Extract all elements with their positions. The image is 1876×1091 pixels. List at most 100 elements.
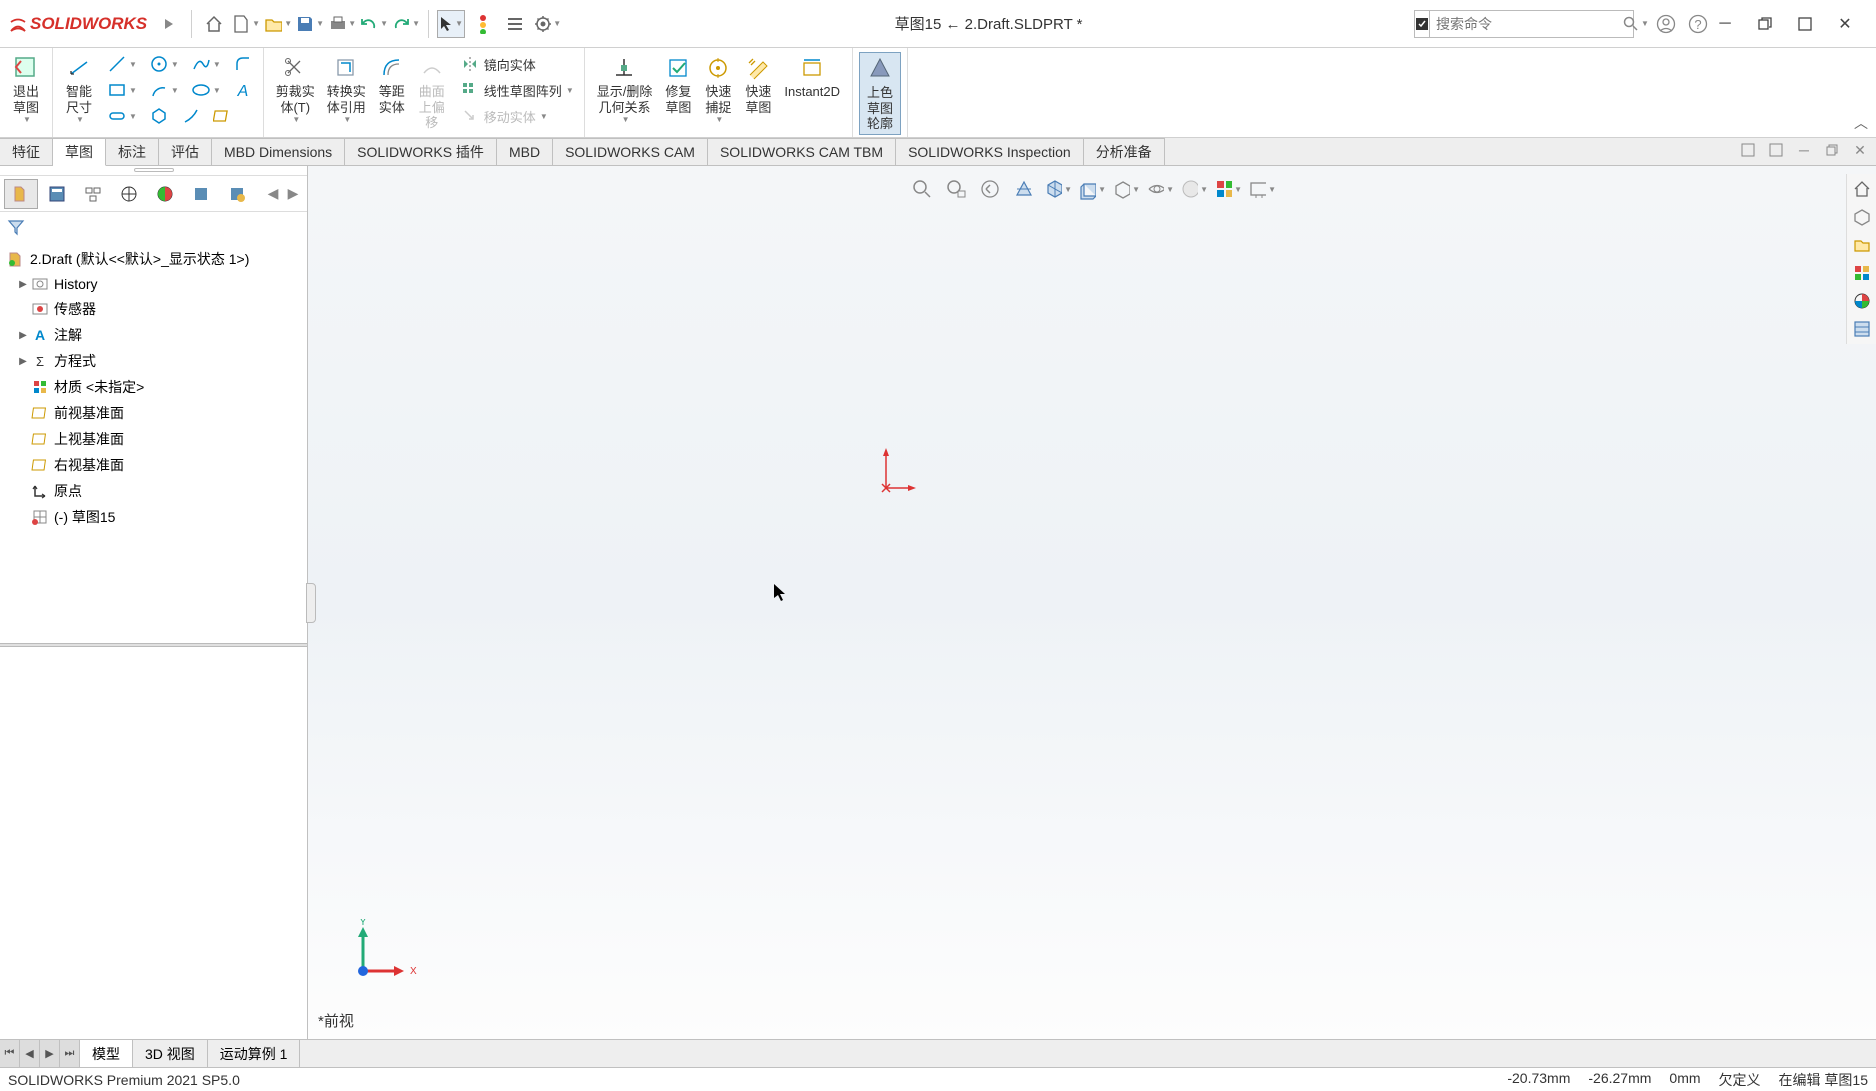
tree-root[interactable]: 2.Draft (默认<<默认>_显示状态 1>) xyxy=(0,246,307,272)
quick-snap-button[interactable]: 快速 捕捉 ▼ xyxy=(698,52,738,126)
filter-icon[interactable] xyxy=(6,217,26,237)
restore-button[interactable] xyxy=(1754,13,1776,35)
instant2d-button[interactable]: Instant2D xyxy=(778,52,846,102)
apply-scene-icon[interactable]: ▼ xyxy=(1180,176,1208,202)
tab-sketch[interactable]: 草图 xyxy=(53,138,106,166)
home-icon[interactable] xyxy=(200,10,228,38)
search-box[interactable]: ▼ xyxy=(1414,10,1634,38)
display-style-icon[interactable]: ▼ xyxy=(1078,176,1106,202)
settings-gear-icon[interactable]: ▼ xyxy=(533,10,561,38)
tree-item[interactable]: 上视基准面 xyxy=(0,426,307,452)
tab-mbd-dimensions[interactable]: MBD Dimensions xyxy=(212,138,345,165)
ellipse-tool-icon[interactable]: ▼ xyxy=(187,78,225,102)
search-icon[interactable]: ▼ xyxy=(1623,16,1649,32)
section-view-icon[interactable] xyxy=(1010,176,1038,202)
rapid-sketch-button[interactable]: 快速 草图 xyxy=(738,52,778,117)
play-icon[interactable] xyxy=(155,10,183,38)
tree-item[interactable]: 原点 xyxy=(0,478,307,504)
dimxpert-tab-icon[interactable] xyxy=(112,179,146,209)
edit-appearance-icon[interactable]: ▼ xyxy=(1146,176,1174,202)
minimize-button[interactable]: ─ xyxy=(1714,13,1736,35)
open-file-icon[interactable]: ▼ xyxy=(264,10,292,38)
zoom-fit-icon[interactable] xyxy=(908,176,936,202)
view-settings-icon[interactable]: ▼ xyxy=(1214,176,1242,202)
slot-tool-icon[interactable]: ▼ xyxy=(103,104,141,128)
render-icon[interactable]: ▼ xyxy=(1248,176,1276,202)
spline-tool-icon[interactable]: ▼ xyxy=(187,52,225,76)
feature-tree[interactable]: 2.Draft (默认<<默认>_显示状态 1>) ▶History 传感器 ▶… xyxy=(0,242,307,643)
arc-tool-icon[interactable]: ▼ xyxy=(145,78,183,102)
tree-item[interactable]: 前视基准面 xyxy=(0,400,307,426)
zoom-area-icon[interactable] xyxy=(942,176,970,202)
doc-minimize-icon[interactable]: ─ xyxy=(1794,140,1814,160)
home-tab-icon[interactable] xyxy=(1849,176,1875,202)
shaded-sketch-button[interactable]: 上色 草图 轮廓 xyxy=(859,52,901,135)
list-icon[interactable] xyxy=(501,10,529,38)
tab-analysis[interactable]: 分析准备 xyxy=(1084,138,1165,165)
display-manager-tab-icon[interactable] xyxy=(148,179,182,209)
close-button[interactable]: ✕ xyxy=(1834,13,1856,35)
tab-cam-tbm[interactable]: SOLIDWORKS CAM TBM xyxy=(708,138,896,165)
line-tool-icon[interactable]: ▼ xyxy=(103,52,141,76)
file-explorer-tab-icon[interactable] xyxy=(1849,260,1875,286)
doc-prev-icon[interactable] xyxy=(1738,140,1758,160)
text-tool-icon[interactable]: A xyxy=(229,78,257,102)
tab-inspection[interactable]: SOLIDWORKS Inspection xyxy=(896,138,1084,165)
tree-item[interactable]: ▶History xyxy=(0,272,307,296)
tree-item[interactable]: (-) 草图15 xyxy=(0,504,307,530)
smart-dimension-button[interactable]: 智能 尺寸 ▼ xyxy=(59,52,99,126)
hide-show-icon[interactable]: ▼ xyxy=(1112,176,1140,202)
ribbon-collapse-icon[interactable]: ︿ xyxy=(1854,113,1868,133)
trim-button[interactable]: 剪裁实 体(T) ▼ xyxy=(270,52,321,126)
plane-tool-icon[interactable] xyxy=(209,104,237,128)
tree-item[interactable]: 右视基准面 xyxy=(0,452,307,478)
feature-tree-tab-icon[interactable] xyxy=(4,179,38,209)
linear-pattern-button[interactable]: 线性草图阵列▼ xyxy=(456,78,578,102)
tree-item[interactable]: 材质 <未指定> xyxy=(0,374,307,400)
model-tab[interactable]: 模型 xyxy=(80,1040,133,1067)
panel-tab-next-icon[interactable]: ▶ xyxy=(283,184,303,204)
select-cursor-icon[interactable]: ▼ xyxy=(437,10,465,38)
polygon-tool-icon[interactable] xyxy=(145,104,173,128)
tab-mbd[interactable]: MBD xyxy=(497,138,553,165)
user-icon[interactable] xyxy=(1652,10,1680,38)
exit-sketch-button[interactable]: 退出 草图 ▼ xyxy=(6,52,46,126)
previous-view-icon[interactable] xyxy=(976,176,1004,202)
convert-button[interactable]: 转换实 体引用 ▼ xyxy=(321,52,372,126)
offset-button[interactable]: 等距 实体 xyxy=(372,52,412,117)
tab-evaluate[interactable]: 评估 xyxy=(159,138,212,165)
panel-collapse-handle[interactable] xyxy=(306,583,316,623)
tab-nav-last-icon[interactable]: ⏭ xyxy=(60,1040,80,1067)
3d-views-tab[interactable]: 3D 视图 xyxy=(133,1040,208,1067)
graphics-viewport[interactable]: ▼ ▼ ▼ ▼ ▼ ▼ ▼ Y X xyxy=(308,166,1876,1039)
new-file-icon[interactable]: ▼ xyxy=(232,10,260,38)
tree-item[interactable]: ▶Σ方程式 xyxy=(0,348,307,374)
cam-tab-icon[interactable] xyxy=(184,179,218,209)
configuration-tab-icon[interactable] xyxy=(76,179,110,209)
display-delete-relations-button[interactable]: 显示/删除 几何关系 ▼ xyxy=(591,52,659,126)
print-icon[interactable]: ▼ xyxy=(328,10,356,38)
panel-tab-prev-icon[interactable]: ◀ xyxy=(263,184,283,204)
doc-next-icon[interactable] xyxy=(1766,140,1786,160)
design-library-tab-icon[interactable] xyxy=(1849,232,1875,258)
tree-item[interactable]: ▶A注解 xyxy=(0,322,307,348)
rectangle-tool-icon[interactable]: ▼ xyxy=(103,78,141,102)
tab-nav-next-icon[interactable]: ▶ xyxy=(40,1040,60,1067)
save-icon[interactable]: ▼ xyxy=(296,10,324,38)
cam-tree-tab-icon[interactable] xyxy=(220,179,254,209)
view-palette-tab-icon[interactable] xyxy=(1849,288,1875,314)
tab-feature[interactable]: 特征 xyxy=(0,138,53,165)
mirror-button[interactable]: 镜向实体 xyxy=(456,52,578,76)
tab-cam[interactable]: SOLIDWORKS CAM xyxy=(553,138,708,165)
tab-addins[interactable]: SOLIDWORKS 插件 xyxy=(345,138,497,165)
tree-item[interactable]: 传感器 xyxy=(0,296,307,322)
repair-sketch-button[interactable]: 修复 草图 xyxy=(658,52,698,117)
property-manager-tab-icon[interactable] xyxy=(40,179,74,209)
doc-close-icon[interactable]: ✕ xyxy=(1850,140,1870,160)
tab-nav-first-icon[interactable]: ⏮ xyxy=(0,1040,20,1067)
undo-icon[interactable]: ▼ xyxy=(360,10,388,38)
tab-nav-prev-icon[interactable]: ◀ xyxy=(20,1040,40,1067)
motion-study-tab[interactable]: 运动算例 1 xyxy=(208,1040,301,1067)
fillet-tool-icon[interactable] xyxy=(229,52,257,76)
doc-maximize-icon[interactable] xyxy=(1822,140,1842,160)
